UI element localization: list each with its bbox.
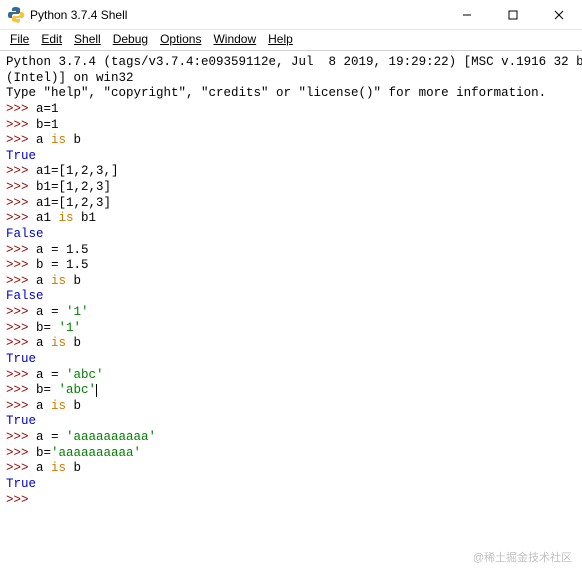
prompt: >>> <box>6 196 36 210</box>
menu-debug[interactable]: Debug <box>113 32 148 46</box>
maximize-button[interactable] <box>490 0 536 30</box>
code: a <box>36 399 51 413</box>
prompt: >>> <box>6 446 36 460</box>
code: a = <box>36 368 66 382</box>
menu-window[interactable]: Window <box>213 32 256 46</box>
banner-line: Python 3.7.4 (tags/v3.7.4:e09359112e, Ju… <box>6 55 582 69</box>
prompt: >>> <box>6 383 36 397</box>
menu-shell[interactable]: Shell <box>74 32 101 46</box>
prompt: >>> <box>6 118 36 132</box>
code: a <box>36 461 51 475</box>
code: a = <box>36 430 66 444</box>
prompt: >>> <box>6 180 36 194</box>
python-icon <box>8 7 24 23</box>
string-literal: 'aaaaaaaaaa' <box>51 446 141 460</box>
prompt: >>> <box>6 399 36 413</box>
code: b <box>66 274 81 288</box>
menu-help[interactable]: Help <box>268 32 293 46</box>
window-controls <box>444 0 582 30</box>
prompt: >>> <box>6 211 36 225</box>
keyword-is: is <box>51 274 66 288</box>
prompt: >>> <box>6 336 36 350</box>
prompt: >>> <box>6 368 36 382</box>
text-cursor <box>96 384 97 397</box>
code: a1=[1,2,3] <box>36 196 111 210</box>
string-literal: '1' <box>66 305 89 319</box>
string-literal: 'abc' <box>66 368 104 382</box>
code: b <box>66 399 81 413</box>
code: b <box>66 133 81 147</box>
code: b1=[1,2,3] <box>36 180 111 194</box>
prompt: >>> <box>6 430 36 444</box>
code: a = <box>36 305 66 319</box>
keyword-is: is <box>51 399 66 413</box>
banner-line: Type "help", "copyright", "credits" or "… <box>6 86 546 100</box>
titlebar: Python 3.7.4 Shell <box>0 0 582 30</box>
code: a = 1.5 <box>36 243 89 257</box>
prompt: >>> <box>6 243 36 257</box>
output: False <box>6 289 44 303</box>
prompt: >>> <box>6 274 36 288</box>
output: False <box>6 227 44 241</box>
string-literal: 'abc' <box>59 383 97 397</box>
prompt: >>> <box>6 102 36 116</box>
code: b= <box>36 446 51 460</box>
output: True <box>6 352 36 366</box>
close-button[interactable] <box>536 0 582 30</box>
window-title: Python 3.7.4 Shell <box>30 8 444 22</box>
code: b= <box>36 321 59 335</box>
prompt: >>> <box>6 164 36 178</box>
menu-edit[interactable]: Edit <box>41 32 62 46</box>
banner-line: (Intel)] on win32 <box>6 71 134 85</box>
code: a1=[1,2,3,] <box>36 164 119 178</box>
string-literal: '1' <box>59 321 82 335</box>
minimize-button[interactable] <box>444 0 490 30</box>
keyword-is: is <box>59 211 74 225</box>
prompt: >>> <box>6 493 36 507</box>
menu-file[interactable]: File <box>10 32 29 46</box>
code: a1 <box>36 211 59 225</box>
code: a=1 <box>36 102 59 116</box>
code: a <box>36 336 51 350</box>
output: True <box>6 149 36 163</box>
code: a <box>36 133 51 147</box>
code: b = 1.5 <box>36 258 89 272</box>
code: b <box>66 461 81 475</box>
menubar: File Edit Shell Debug Options Window Hel… <box>0 30 582 51</box>
code: b=1 <box>36 118 59 132</box>
string-literal: 'aaaaaaaaaa' <box>66 430 156 444</box>
keyword-is: is <box>51 461 66 475</box>
prompt: >>> <box>6 258 36 272</box>
code: b <box>66 336 81 350</box>
code: b= <box>36 383 59 397</box>
code: a <box>36 274 51 288</box>
output: True <box>6 414 36 428</box>
output: True <box>6 477 36 491</box>
prompt: >>> <box>6 461 36 475</box>
prompt: >>> <box>6 305 36 319</box>
code: b1 <box>74 211 97 225</box>
keyword-is: is <box>51 133 66 147</box>
watermark: @稀土掘金技术社区 <box>473 549 572 565</box>
shell-text-area[interactable]: Python 3.7.4 (tags/v3.7.4:e09359112e, Ju… <box>0 51 582 570</box>
prompt: >>> <box>6 321 36 335</box>
keyword-is: is <box>51 336 66 350</box>
prompt: >>> <box>6 133 36 147</box>
menu-options[interactable]: Options <box>160 32 201 46</box>
